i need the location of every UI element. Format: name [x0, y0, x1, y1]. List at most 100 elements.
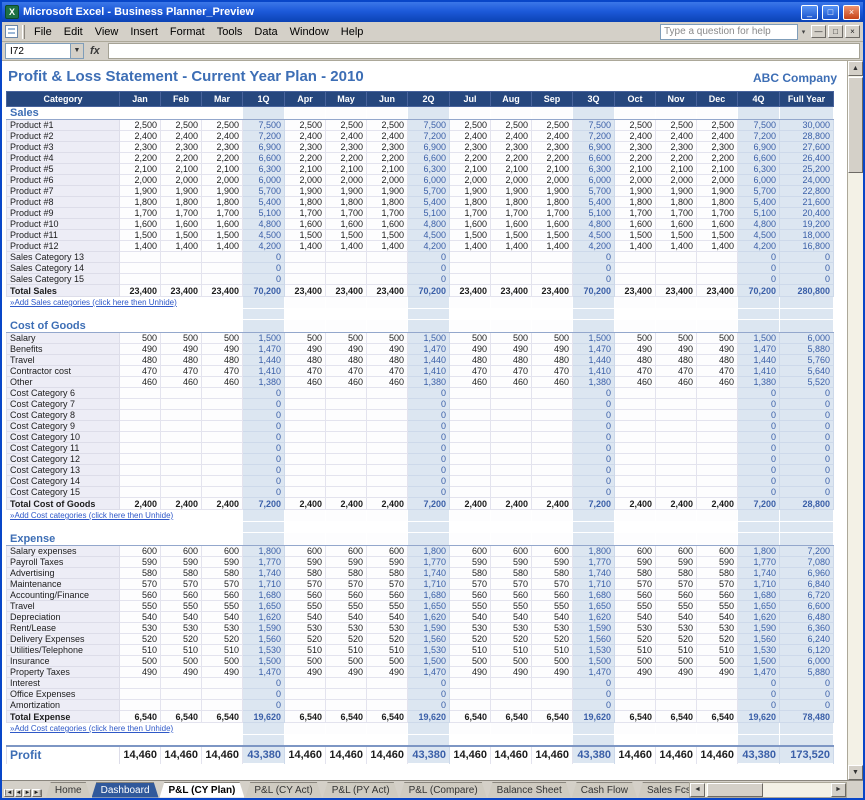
value-cell[interactable]: 1,500 — [491, 230, 532, 241]
value-cell[interactable]: 460 — [615, 377, 656, 388]
empty-cell[interactable] — [491, 320, 532, 333]
value-cell[interactable]: 1,410 — [738, 366, 780, 377]
value-cell[interactable] — [656, 252, 697, 263]
value-cell[interactable] — [656, 689, 697, 700]
value-cell[interactable]: 500 — [615, 333, 656, 344]
workbook-close-button[interactable]: × — [845, 25, 860, 38]
value-cell[interactable]: 7,200 — [573, 131, 615, 142]
value-cell[interactable]: 530 — [491, 623, 532, 634]
col-header-sep[interactable]: Sep — [532, 92, 573, 107]
value-cell[interactable] — [450, 399, 491, 410]
value-cell[interactable] — [615, 689, 656, 700]
empty-cell[interactable] — [408, 723, 450, 735]
value-cell[interactable]: 0 — [408, 689, 450, 700]
value-cell[interactable]: 2,100 — [285, 164, 326, 175]
value-cell[interactable]: 500 — [161, 656, 202, 667]
value-cell[interactable]: 2,100 — [367, 164, 408, 175]
value-cell[interactable] — [120, 388, 161, 399]
empty-cell[interactable] — [738, 533, 780, 546]
value-cell[interactable]: 1,410 — [243, 366, 285, 377]
value-cell[interactable]: 540 — [367, 612, 408, 623]
empty-cell[interactable] — [780, 723, 834, 735]
value-cell[interactable]: 1,600 — [161, 219, 202, 230]
value-cell[interactable]: 2,400 — [615, 498, 656, 510]
value-cell[interactable]: 480 — [326, 355, 367, 366]
value-cell[interactable]: 2,100 — [202, 164, 243, 175]
value-cell[interactable] — [656, 432, 697, 443]
value-cell[interactable]: 1,400 — [450, 241, 491, 252]
first-sheet-button[interactable]: |◄ — [4, 789, 14, 797]
value-cell[interactable]: 7,200 — [243, 131, 285, 142]
empty-cell[interactable] — [573, 723, 615, 735]
value-cell[interactable]: 1,700 — [367, 208, 408, 219]
value-cell[interactable] — [285, 454, 326, 465]
value-cell[interactable]: 530 — [450, 623, 491, 634]
value-cell[interactable]: 0 — [243, 487, 285, 498]
value-cell[interactable]: 6,540 — [450, 711, 491, 723]
value-cell[interactable]: 2,000 — [615, 175, 656, 186]
value-cell[interactable]: 570 — [161, 579, 202, 590]
empty-cell[interactable] — [202, 735, 243, 746]
empty-cell[interactable] — [697, 533, 738, 546]
empty-cell[interactable] — [367, 735, 408, 746]
value-cell[interactable]: 1,500 — [656, 230, 697, 241]
value-cell[interactable] — [202, 274, 243, 285]
value-cell[interactable] — [491, 443, 532, 454]
value-cell[interactable]: 7,500 — [243, 120, 285, 131]
value-cell[interactable]: 1,800 — [450, 197, 491, 208]
value-cell[interactable]: 1,530 — [738, 645, 780, 656]
value-cell[interactable]: 7,200 — [573, 498, 615, 510]
value-cell[interactable]: 530 — [656, 623, 697, 634]
empty-cell[interactable] — [285, 522, 326, 533]
value-cell[interactable] — [285, 487, 326, 498]
minimize-button[interactable]: _ — [801, 5, 818, 20]
empty-cell[interactable] — [697, 309, 738, 320]
empty-cell[interactable] — [326, 510, 367, 522]
value-cell[interactable] — [285, 421, 326, 432]
value-cell[interactable]: 2,200 — [161, 153, 202, 164]
value-cell[interactable]: 1,590 — [738, 623, 780, 634]
value-cell[interactable]: 490 — [326, 667, 367, 678]
empty-cell[interactable] — [243, 735, 285, 746]
sheet-tab-p-l-cy-act[interactable]: P&L (CY Act) — [245, 782, 321, 798]
value-cell[interactable]: 2,500 — [615, 120, 656, 131]
value-cell[interactable] — [532, 388, 573, 399]
value-cell[interactable]: 6,540 — [202, 711, 243, 723]
row-label-product-8[interactable]: Product #8 — [7, 197, 120, 208]
value-cell[interactable]: 490 — [491, 667, 532, 678]
value-cell[interactable]: 550 — [450, 601, 491, 612]
value-cell[interactable] — [491, 410, 532, 421]
value-cell[interactable] — [202, 410, 243, 421]
value-cell[interactable]: 0 — [780, 252, 834, 263]
value-cell[interactable]: 0 — [243, 388, 285, 399]
value-cell[interactable]: 1,800 — [738, 546, 780, 557]
empty-cell[interactable] — [656, 522, 697, 533]
value-cell[interactable]: 1,900 — [326, 186, 367, 197]
value-cell[interactable] — [450, 454, 491, 465]
value-cell[interactable]: 580 — [367, 568, 408, 579]
row-label-cost-category-10[interactable]: Cost Category 10 — [7, 432, 120, 443]
value-cell[interactable] — [367, 487, 408, 498]
empty-cell[interactable] — [202, 309, 243, 320]
value-cell[interactable]: 520 — [367, 634, 408, 645]
value-cell[interactable]: 490 — [161, 667, 202, 678]
vertical-scrollbar-thumb[interactable] — [848, 77, 863, 173]
menu-format[interactable]: Format — [164, 24, 211, 40]
row-label-sales-category-14[interactable]: Sales Category 14 — [7, 263, 120, 274]
value-cell[interactable]: 560 — [656, 590, 697, 601]
value-cell[interactable]: 480 — [367, 355, 408, 366]
value-cell[interactable]: 550 — [615, 601, 656, 612]
value-cell[interactable] — [450, 487, 491, 498]
value-cell[interactable] — [491, 421, 532, 432]
value-cell[interactable] — [697, 700, 738, 711]
value-cell[interactable]: 0 — [243, 399, 285, 410]
value-cell[interactable]: 19,620 — [408, 711, 450, 723]
value-cell[interactable]: 0 — [780, 476, 834, 487]
value-cell[interactable] — [120, 443, 161, 454]
value-cell[interactable]: 1,470 — [738, 667, 780, 678]
value-cell[interactable]: 2,100 — [697, 164, 738, 175]
value-cell[interactable] — [326, 252, 367, 263]
value-cell[interactable]: 0 — [243, 443, 285, 454]
value-cell[interactable]: 2,100 — [450, 164, 491, 175]
col-header-dec[interactable]: Dec — [697, 92, 738, 107]
